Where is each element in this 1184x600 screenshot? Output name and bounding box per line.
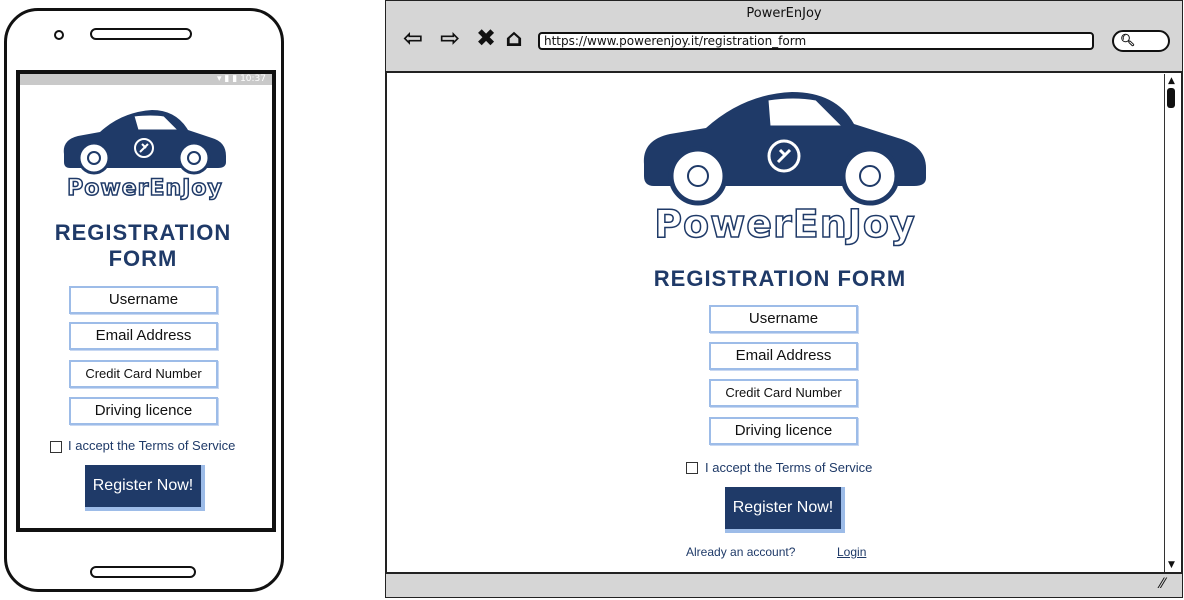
phone-page-title: REGISTRATION FORM xyxy=(40,220,246,272)
driving-licence-field[interactable]: Driving licence xyxy=(709,417,858,445)
search-icon: 🔍︎ xyxy=(1120,33,1136,47)
phone-username-field[interactable]: Username xyxy=(69,286,218,314)
browser-status-bar xyxy=(386,572,1182,597)
wifi-icon: ▾ ▮ ▮ xyxy=(217,74,241,84)
phone-driving-licence-field[interactable]: Driving licence xyxy=(69,397,218,425)
phone-credit-card-field[interactable]: Credit Card Number xyxy=(69,360,218,388)
status-time: 10:37 xyxy=(240,74,266,84)
browser-window-title: PowerEnJoy xyxy=(746,6,822,21)
phone-speaker xyxy=(90,28,192,40)
phone-brand-name: PowerEnJoy xyxy=(66,175,223,202)
phone-terms-checkbox[interactable] xyxy=(50,441,62,453)
phone-register-button[interactable]: Register Now! xyxy=(85,465,205,511)
register-button[interactable]: Register Now! xyxy=(725,487,845,533)
car-logo-icon xyxy=(643,92,926,206)
car-logo-icon xyxy=(63,110,227,175)
back-arrow-icon[interactable]: ⇦ xyxy=(399,24,427,52)
close-icon[interactable]: ✖ xyxy=(472,24,500,52)
address-bar[interactable]: https://www.powerenjoy.it/registration_f… xyxy=(538,32,1094,50)
credit-card-field[interactable]: Credit Card Number xyxy=(709,379,858,407)
browser-page-title: REGISTRATION FORM xyxy=(653,266,907,291)
scroll-up-arrow-icon[interactable]: ▲ xyxy=(1164,74,1179,88)
email-field[interactable]: Email Address xyxy=(709,342,858,370)
terms-label: I accept the Terms of Service xyxy=(705,460,873,475)
search-box[interactable]: 🔍︎ xyxy=(1112,30,1170,52)
forward-arrow-icon[interactable]: ⇨ xyxy=(436,24,464,52)
home-icon[interactable]: ⌂ xyxy=(500,24,528,52)
phone-camera xyxy=(54,30,64,40)
phone-status-bar: ▾ ▮ ▮ 10:37 xyxy=(20,74,272,85)
phone-email-field[interactable]: Email Address xyxy=(69,322,218,350)
browser-brand-name: PowerEnJoy xyxy=(653,201,916,247)
already-account-text: Already an account? xyxy=(686,545,796,559)
resize-grip-icon[interactable]: ⁄⁄ xyxy=(1160,576,1165,592)
title-line-1: REGISTRATION xyxy=(54,220,232,245)
login-link[interactable]: Login xyxy=(837,545,866,559)
scroll-thumb[interactable] xyxy=(1167,88,1175,108)
phone-home-button[interactable] xyxy=(90,566,196,578)
phone-terms-label: I accept the Terms of Service xyxy=(68,438,236,453)
scroll-down-arrow-icon[interactable]: ▼ xyxy=(1164,558,1179,572)
title-line-2: FORM xyxy=(108,246,178,271)
vertical-scrollbar[interactable] xyxy=(1164,74,1179,572)
username-field[interactable]: Username xyxy=(709,305,858,333)
terms-checkbox[interactable] xyxy=(686,462,698,474)
